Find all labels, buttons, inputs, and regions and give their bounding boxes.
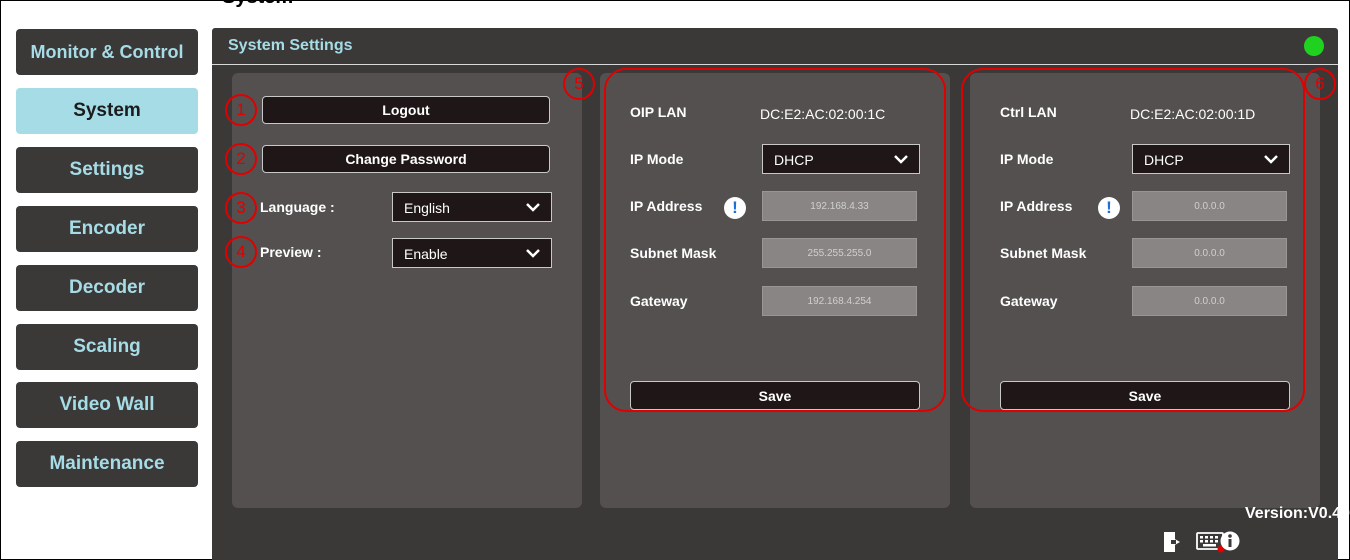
nav-monitor-control[interactable]: Monitor & Control (16, 29, 198, 75)
language-select[interactable]: English (392, 192, 552, 222)
preview-value: Enable (404, 246, 448, 262)
version-label: Version:V0.49L (1245, 505, 1350, 522)
section-title: System Settings (228, 37, 353, 54)
logout-icon[interactable] (1162, 531, 1182, 553)
page-title: System (222, 0, 293, 9)
chevron-down-icon (526, 249, 540, 258)
callout-box-oip-lan (604, 68, 946, 412)
nav-scaling[interactable]: Scaling (16, 324, 198, 370)
chevron-down-icon (526, 203, 540, 212)
account-panel: Logout Change Password Language : Englis… (232, 73, 582, 508)
nav-encoder[interactable]: Encoder (16, 206, 198, 252)
nav-video-wall[interactable]: Video Wall (16, 382, 198, 428)
title-divider (212, 64, 1338, 65)
language-value: English (404, 200, 450, 216)
callout-number: 6 (1304, 68, 1336, 100)
status-indicator (1304, 36, 1324, 56)
nav-settings[interactable]: Settings (16, 147, 198, 193)
logout-button[interactable]: Logout (262, 96, 550, 124)
language-label: Language : (260, 199, 335, 215)
nav-system[interactable]: System (16, 88, 198, 134)
callout-number: 2 (225, 143, 257, 175)
change-password-button[interactable]: Change Password (262, 145, 550, 173)
nav-decoder[interactable]: Decoder (16, 265, 198, 311)
preview-label: Preview : (260, 244, 322, 260)
callout-number: 5 (563, 68, 595, 100)
info-icon[interactable] (1220, 531, 1240, 551)
callout-number: 3 (225, 192, 257, 224)
preview-select[interactable]: Enable (392, 238, 552, 268)
callout-box-ctrl-lan (961, 68, 1305, 412)
callout-number: 4 (225, 236, 257, 268)
callout-number: 1 (225, 94, 257, 126)
nav-maintenance[interactable]: Maintenance (16, 441, 198, 487)
